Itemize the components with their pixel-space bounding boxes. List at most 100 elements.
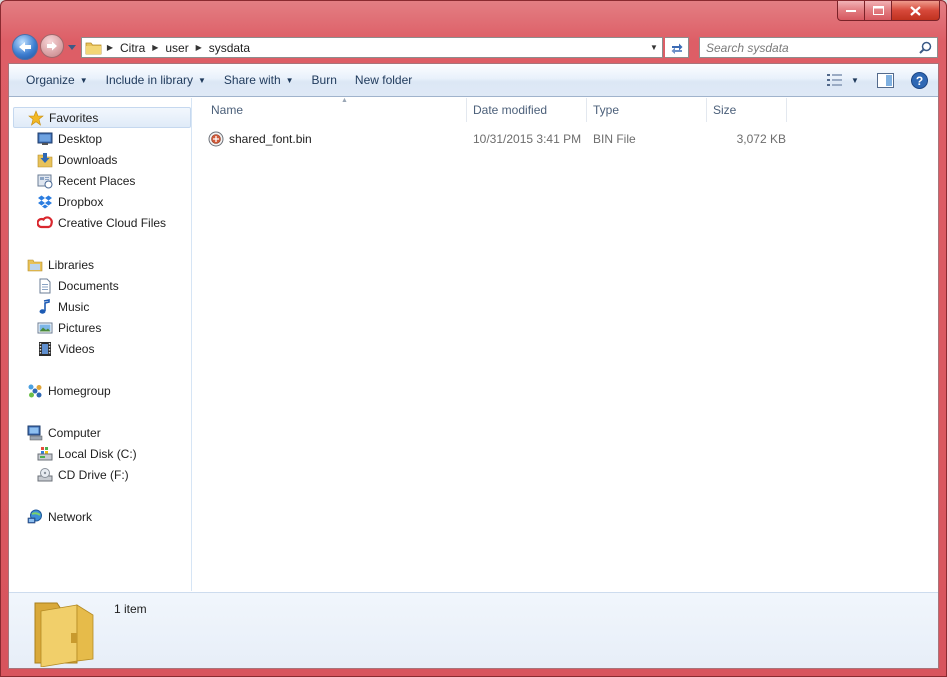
address-dropdown-icon[interactable]: ▼ [646,38,662,57]
preview-pane-button[interactable] [872,68,898,92]
include-in-library-button[interactable]: Include in library ▼ [97,68,215,92]
sidebar-item-label: Dropbox [58,194,104,209]
minimize-icon [846,9,856,12]
sidebar-item-label: Downloads [58,152,118,167]
column-header-label: Type [593,103,620,117]
help-button[interactable]: ? [906,68,932,92]
file-name-cell[interactable]: shared_font.bin [208,128,458,150]
column-header-date-modified[interactable]: Date modified [467,98,587,122]
sidebar-computer[interactable]: Computer [13,422,191,443]
sidebar-item-cd-drive[interactable]: CD Drive (F:) [37,464,187,485]
refresh-icon [671,43,682,54]
breadcrumb-citra[interactable]: Citra [117,41,148,55]
chevron-down-icon: ▼ [285,75,294,85]
desktop-icon [37,132,53,145]
sidebar-item-creative-cloud[interactable]: Creative Cloud Files [37,212,187,233]
sidebar-item-label: Recent Places [58,173,136,188]
folder-icon [85,42,102,54]
column-header-size[interactable]: Size [707,98,787,122]
forward-arrow-icon [47,41,57,51]
sidebar-item-documents[interactable]: Documents [37,275,187,296]
sidebar-item-label: Videos [58,341,95,356]
refresh-button[interactable] [665,37,689,58]
breadcrumb-separator-icon[interactable]: ▶ [192,43,206,52]
sidebar-homegroup-label: Homegroup [48,383,111,398]
breadcrumb-separator-icon[interactable]: ▶ [148,43,162,52]
file-type: BIN File [593,132,636,146]
details-view-icon [827,74,842,86]
sidebar-item-pictures[interactable]: Pictures [37,317,187,338]
column-header-label: Date modified [473,103,548,117]
back-button[interactable] [12,34,38,60]
file-name: shared_font.bin [229,132,312,146]
chevron-down-icon: ▼ [198,75,206,85]
local-disk-icon [37,446,53,460]
burn-button[interactable]: Burn [303,68,346,92]
sidebar-item-label: Documents [58,278,119,293]
sidebar-favorites-label: Favorites [49,110,99,125]
view-controls: ▼ ? [822,68,932,92]
search-icon[interactable] [919,41,932,54]
cd-drive-icon [37,467,53,481]
caption-buttons [837,1,940,21]
explorer-window: ▶ Citra ▶ user ▶ sysdata ▼ Search sysdat… [0,0,947,677]
sidebar-item-music[interactable]: Music [37,296,187,317]
file-row[interactable]: shared_font.bin 10/31/2015 3:41 PM BIN F… [205,128,805,150]
sidebar-network[interactable]: Network [13,506,191,527]
chevron-down-icon: ▼ [79,75,88,85]
recent-pages-dropdown-icon[interactable] [67,42,77,52]
breadcrumb-user[interactable]: user [162,41,191,55]
sidebar-libraries[interactable]: Libraries [13,254,191,275]
share-with-label: Share with [223,73,281,87]
new-folder-label: New folder [354,73,413,87]
preview-pane-icon [876,72,894,88]
sidebar-item-label: Pictures [58,320,102,335]
organize-button[interactable]: Organize ▼ [17,68,97,92]
sidebar-item-label: Creative Cloud Files [58,215,167,230]
sidebar-item-recent-places[interactable]: Recent Places [37,170,187,191]
search-box[interactable] [699,37,938,58]
column-header-label: Size [713,103,737,117]
computer-icon [27,425,43,440]
column-header-type[interactable]: Type [587,98,707,122]
burn-label: Burn [311,73,337,87]
minimize-button[interactable] [837,1,865,21]
file-date-modified: 10/31/2015 3:41 PM [473,132,582,146]
sidebar-item-desktop[interactable]: Desktop [37,128,187,149]
sidebar-item-local-disk[interactable]: Local Disk (C:) [37,443,187,464]
sidebar-computer-label: Computer [48,425,101,440]
share-with-button[interactable]: Share with ▼ [215,68,303,92]
homegroup-icon [28,384,42,397]
recent-places-icon [37,174,53,188]
chevron-down-icon: ▼ [851,75,859,85]
documents-icon [39,278,51,293]
pictures-icon [37,322,53,333]
close-button[interactable] [892,1,940,21]
sidebar-homegroup[interactable]: Homegroup [13,380,191,401]
address-bar[interactable]: ▶ Citra ▶ user ▶ sysdata ▼ [81,37,663,58]
forward-button[interactable] [40,34,64,58]
sidebar-favorites[interactable]: Favorites [13,107,191,128]
sidebar-item-videos[interactable]: Videos [37,338,187,359]
file-list: ▲ Name Date modified Type Size shared_fo… [193,97,938,591]
breadcrumb-sysdata[interactable]: sysdata [206,41,253,55]
view-options-button[interactable]: ▼ [848,68,862,92]
include-in-library-label: Include in library [105,73,193,87]
details-pane: 1 item [9,592,938,668]
file-size: 3,072 KB [736,132,786,146]
sidebar-item-label: Desktop [58,131,103,146]
maximize-button[interactable] [865,1,892,21]
creative-cloud-icon [37,215,53,228]
sidebar-item-downloads[interactable]: Downloads [37,149,187,170]
folder-icon [34,602,94,667]
column-header-name[interactable]: Name [205,98,467,122]
close-icon [910,5,921,16]
sidebar-item-dropbox[interactable]: Dropbox [37,191,187,212]
bin-file-icon [208,131,224,147]
search-input[interactable] [706,40,916,55]
breadcrumb-separator-icon[interactable]: ▶ [103,43,117,52]
new-folder-button[interactable]: New folder [346,68,421,92]
star-icon [28,109,44,126]
change-view-button[interactable] [822,68,848,92]
help-icon: ? [910,71,928,89]
